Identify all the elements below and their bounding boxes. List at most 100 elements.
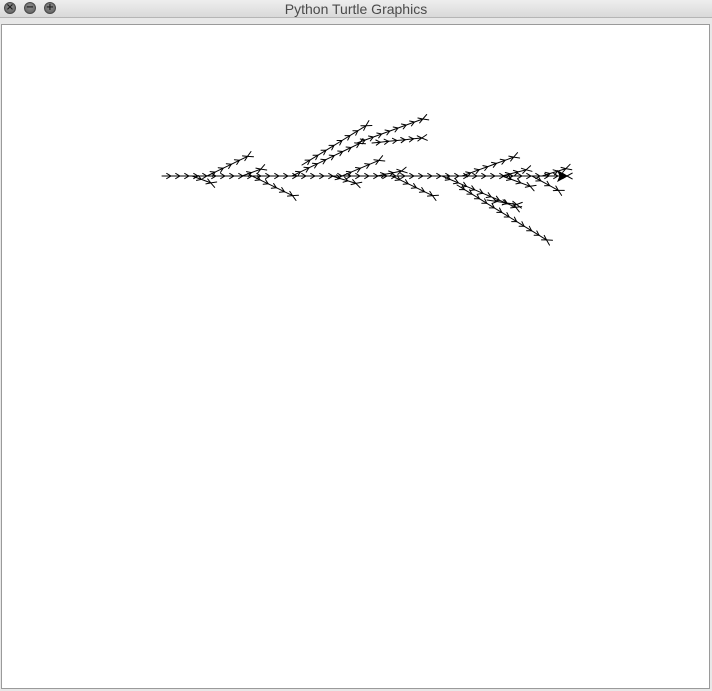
turtle-stroke (373, 159, 380, 161)
turtle-stroke (383, 138, 390, 142)
turtle-stroke (278, 191, 285, 193)
turtle-stroke (400, 137, 406, 141)
turtle-stroke (444, 179, 451, 181)
turtle-stroke (365, 120, 370, 127)
turtle-stroke (491, 161, 497, 164)
turtle-stroke (461, 185, 468, 188)
turtle-stroke (242, 155, 248, 157)
turtle-stroke (529, 185, 535, 192)
turtle-stroke (417, 117, 424, 120)
turtle-stroke (384, 129, 391, 132)
turtle-stroke (210, 181, 218, 184)
turtle-stroke (421, 137, 428, 141)
turtle-stroke (355, 167, 361, 169)
turtle-stroke (525, 165, 532, 171)
turtle-stroke (401, 166, 407, 172)
turtle-stroke (388, 170, 394, 174)
turtle-stroke (513, 152, 519, 158)
turtle-stroke (421, 134, 428, 139)
turtle-stroke (260, 164, 266, 170)
turtle-stroke (516, 201, 523, 205)
turtle-stroke (334, 178, 341, 181)
turtle-stroke (524, 185, 531, 188)
turtle-stroke (368, 135, 374, 138)
window-title: Python Turtle Graphics (284, 1, 428, 17)
turtle-stroke (345, 146, 352, 148)
turtle-stroke (210, 182, 216, 188)
turtle-stroke (262, 183, 269, 185)
turtle-stroke (378, 159, 386, 162)
turtle-stroke (473, 168, 480, 171)
turtle-canvas[interactable] (1, 24, 710, 689)
turtle-stroke (254, 179, 261, 181)
turtle-stroke (546, 239, 550, 246)
turtle-stroke (512, 169, 519, 173)
turtle-stroke (499, 158, 506, 161)
turtle-stroke (287, 195, 293, 197)
turtle-stroke (209, 171, 216, 173)
turtle-stroke (485, 196, 492, 198)
turtle-stroke (260, 168, 268, 171)
turtle-stroke (557, 189, 563, 196)
turtle-stroke (350, 182, 357, 186)
turtle-stroke (506, 178, 512, 181)
turtle-stroke (292, 195, 297, 201)
turtle-stroke (418, 191, 425, 193)
turtle-stroke (311, 162, 318, 165)
turtle-stroke (217, 167, 224, 169)
turtle-stroke (270, 187, 277, 189)
turtle-stroke (233, 159, 240, 161)
turtle-stroke (255, 167, 262, 170)
turtle-stroke (520, 167, 527, 171)
title-bar[interactable]: × − + Python Turtle Graphics (0, 0, 712, 18)
turtle-stroke (513, 156, 521, 159)
turtle-stroke (491, 201, 498, 204)
turtle-stroke (422, 114, 428, 120)
turtle-stroke (402, 183, 409, 185)
turtle-stroke (355, 181, 363, 184)
turtle-stroke (225, 163, 232, 165)
turtle-drawing (161, 114, 573, 246)
turtle-stroke (364, 163, 371, 165)
turtle-stroke (565, 163, 571, 170)
turtle-stroke (560, 166, 567, 170)
turtle-stroke (355, 182, 361, 189)
turtle-stroke (375, 139, 381, 143)
turtle-stroke (396, 168, 402, 172)
turtle-stroke (391, 137, 398, 141)
turtle-stroke (342, 180, 349, 183)
turtle-stroke (303, 166, 310, 169)
turtle-stroke (452, 182, 459, 185)
turtle-stroke (410, 187, 417, 189)
turtle-window: × − + Python Turtle Graphics (0, 0, 712, 691)
turtle-stroke (416, 135, 423, 139)
turtle-stroke (345, 170, 352, 173)
turtle-stroke (566, 172, 573, 177)
turtle-stroke (320, 158, 327, 161)
turtle-stroke (295, 170, 301, 173)
turtle-stroke (566, 175, 573, 180)
turtle-stroke (515, 182, 522, 185)
turtle-stroke (378, 155, 384, 161)
turtle-stroke (482, 165, 489, 168)
turtle-stroke (508, 155, 515, 158)
turtle-stroke (376, 132, 383, 135)
turtle-stroke (432, 195, 437, 201)
turtle-stroke (544, 171, 551, 174)
turtle-stroke (515, 206, 520, 213)
fractal-tree (161, 114, 573, 246)
turtle-stroke (246, 171, 252, 174)
turtle-stroke (465, 171, 472, 174)
turtle-stroke (205, 182, 212, 185)
turtle-stroke (401, 170, 408, 174)
turtle-stroke (400, 123, 407, 126)
turtle-stroke (529, 184, 537, 187)
turtle-stroke (247, 151, 252, 157)
turtle-stroke (477, 192, 484, 195)
turtle-stroke (408, 136, 414, 140)
turtle-stroke (504, 172, 511, 175)
turtle-stroke (422, 118, 430, 121)
turtle-stroke (359, 138, 366, 141)
turtle-stroke (394, 179, 401, 181)
turtle-stroke (510, 206, 517, 209)
